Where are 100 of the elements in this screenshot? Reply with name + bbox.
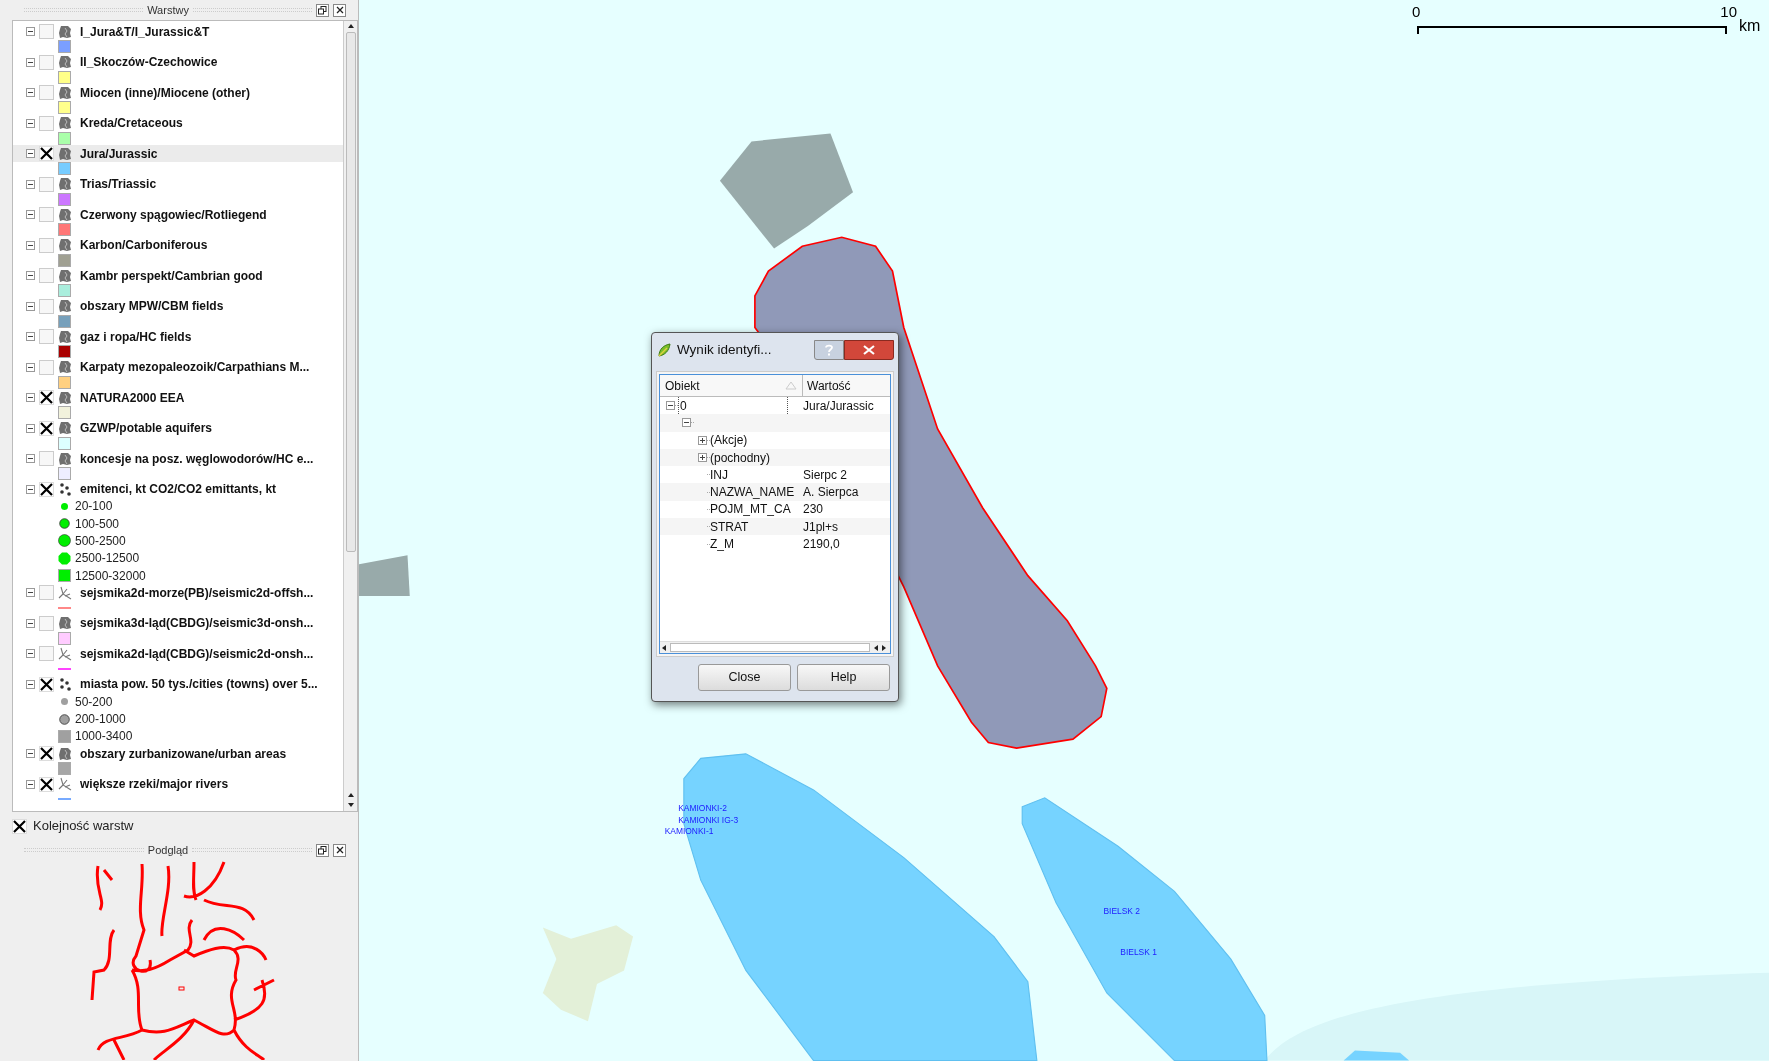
- layer-checkbox[interactable]: [39, 146, 54, 161]
- vertical-scrollbar[interactable]: [343, 21, 357, 811]
- collapse-icon[interactable]: [26, 454, 35, 463]
- well-label: BIELSK 2: [1103, 906, 1140, 916]
- layer-row[interactable]: I_Jura&T/I_Jurassic&T: [13, 23, 343, 40]
- collapse-icon[interactable]: [26, 393, 35, 402]
- layer-row[interactable]: Miocen (inne)/Miocene (other): [13, 84, 343, 101]
- collapse-icon[interactable]: [26, 749, 35, 759]
- layer-checkbox[interactable]: [12, 818, 27, 834]
- layer-row[interactable]: koncesje na posz. węglowodorów/HC e...: [13, 450, 343, 467]
- expand-icon[interactable]: [698, 435, 707, 445]
- dialog-button[interactable]: Help: [797, 663, 890, 691]
- layer-row[interactable]: obszary zurbanizowane/urban areas: [13, 745, 343, 763]
- collapse-icon[interactable]: [26, 149, 35, 158]
- column-header[interactable]: Wartość: [803, 375, 890, 397]
- layer-row[interactable]: gaz i ropa/HC fields: [13, 328, 343, 345]
- layer-checkbox[interactable]: [39, 676, 54, 692]
- collapse-icon[interactable]: [26, 779, 35, 789]
- layer-checkbox[interactable]: [39, 420, 54, 436]
- collapse-icon[interactable]: [26, 588, 35, 598]
- collapse-icon[interactable]: [26, 423, 35, 433]
- collapse-icon[interactable]: [26, 484, 35, 494]
- layer-row[interactable]: miasta pow. 50 tys./cities (towns) over 5...: [13, 675, 343, 693]
- layer-row[interactable]: sejsmika3d-ląd(CBDG)/seismic3d-onsh...: [13, 614, 343, 632]
- column-header[interactable]: Obiekt: [660, 375, 803, 397]
- collapse-icon[interactable]: [26, 240, 35, 250]
- layer-order-label[interactable]: Kolejność warstw: [33, 816, 134, 836]
- well-label: BIELSK 1: [1120, 946, 1157, 957]
- layer-name: sejsmika2d-ląd(CBDG)/seismic2d-onsh...: [80, 645, 314, 663]
- expand-icon[interactable]: [698, 453, 707, 463]
- polygon-layer-icon: [58, 616, 72, 631]
- attribute-name[interactable]: Z_M: [710, 535, 734, 554]
- float-button[interactable]: [316, 3, 329, 17]
- layer-row[interactable]: Czerwony spągowiec/Rotliegend: [13, 206, 343, 223]
- layer-row[interactable]: Jura/Jurassic: [13, 145, 343, 162]
- layer-row[interactable]: sejsmika2d-morze(PB)/seismic2d-offsh...: [13, 584, 343, 602]
- collapse-icon[interactable]: [26, 362, 35, 372]
- attribute-name[interactable]: POJM_MT_CA: [710, 500, 791, 519]
- layer-row[interactable]: sejsmika2d-ląd(CBDG)/seismic2d-onsh...: [13, 645, 343, 663]
- layer-name: sejsmika3d-ląd(CBDG)/seismic3d-onsh...: [80, 615, 314, 633]
- layer-row[interactable]: większe rzeki/major rivers: [13, 775, 343, 793]
- dialog-button[interactable]: Close: [698, 663, 791, 691]
- scale-label: 10: [1720, 4, 1737, 19]
- layer-checkbox[interactable]: [39, 746, 54, 762]
- polygon-layer-icon: [58, 146, 72, 161]
- float-icon: [318, 5, 327, 15]
- layer-row[interactable]: II_Skoczów-Czechowice: [13, 53, 343, 71]
- layer-row[interactable]: emitenci, kt CO2/CO2 emittants, kt: [13, 480, 343, 498]
- collapse-icon[interactable]: [26, 679, 35, 689]
- layer-name: I_Jura&T/I_Jurassic&T: [80, 23, 210, 41]
- horizontal-scrollbar[interactable]: [660, 641, 890, 653]
- panel-title: Podgląd: [147, 842, 189, 858]
- collapse-icon[interactable]: [666, 401, 675, 411]
- collapse-icon[interactable]: [26, 332, 35, 341]
- close-button[interactable]: [333, 843, 346, 857]
- layer-name: miasta pow. 50 tys./cities (towns) over 5...: [80, 676, 318, 694]
- attribute-name[interactable]: INJ: [710, 465, 728, 484]
- close-button[interactable]: [844, 340, 894, 360]
- layer-row[interactable]: Kreda/Cretaceous: [13, 114, 343, 132]
- collapse-icon[interactable]: [26, 179, 35, 189]
- layer-name: Czerwony spągowiec/Rotliegend: [80, 206, 267, 224]
- layer-checkbox[interactable]: [39, 390, 54, 405]
- close-icon: [335, 846, 344, 854]
- layer-row[interactable]: Karpaty mezopaleozoik/Carpathians M...: [13, 358, 343, 376]
- polygon-layer-icon: [58, 451, 72, 466]
- collapse-icon[interactable]: [682, 418, 691, 428]
- layer-row[interactable]: Karbon/Carboniferous: [13, 236, 343, 254]
- collapse-icon[interactable]: [26, 301, 35, 311]
- layer-name: Jura/Jurassic: [80, 145, 158, 163]
- collapse-icon[interactable]: [26, 210, 35, 219]
- float-button[interactable]: [316, 843, 329, 857]
- collapse-icon[interactable]: [26, 618, 35, 628]
- collapse-icon[interactable]: [26, 118, 35, 128]
- layer-checkbox[interactable]: [39, 481, 54, 497]
- panel-title: Warstwy: [147, 2, 189, 18]
- polygon-layer-icon: [58, 746, 72, 761]
- layer-row[interactable]: NATURA2000 EEA: [13, 389, 343, 406]
- help-button[interactable]: [814, 340, 844, 360]
- attribute-name[interactable]: (Akcje): [710, 431, 748, 450]
- layer-name: koncesje na posz. węglowodorów/HC e...: [80, 450, 314, 468]
- collapse-icon[interactable]: [26, 649, 35, 659]
- close-button[interactable]: [333, 3, 346, 17]
- attribute-name[interactable]: NAZWA_NAME: [710, 483, 795, 502]
- layer-row[interactable]: Kambr perspekt/Cambrian good: [13, 267, 343, 284]
- polygon-layer-icon: [58, 390, 72, 405]
- points-layer-icon: [58, 677, 72, 692]
- layer-row[interactable]: Trias/Triassic: [13, 175, 343, 193]
- layer-row[interactable]: obszary MPW/CBM fields: [13, 297, 343, 315]
- layer-name: gaz i ropa/HC fields: [80, 328, 192, 346]
- collapse-icon[interactable]: [26, 27, 35, 36]
- layer-name: GZWP/potable aquifers: [80, 420, 212, 437]
- layer-checkbox[interactable]: [39, 776, 54, 792]
- collapse-icon[interactable]: [26, 57, 35, 67]
- collapse-icon[interactable]: [26, 271, 35, 280]
- dialog-title: Wynik identyfi...: [677, 340, 772, 359]
- polygon-layer-icon: [58, 360, 72, 374]
- legend-label: 500-2500: [75, 533, 126, 550]
- layer-row[interactable]: GZWP/potable aquifers: [13, 419, 343, 437]
- attribute-name[interactable]: STRAT: [710, 517, 749, 536]
- collapse-icon[interactable]: [26, 88, 35, 97]
